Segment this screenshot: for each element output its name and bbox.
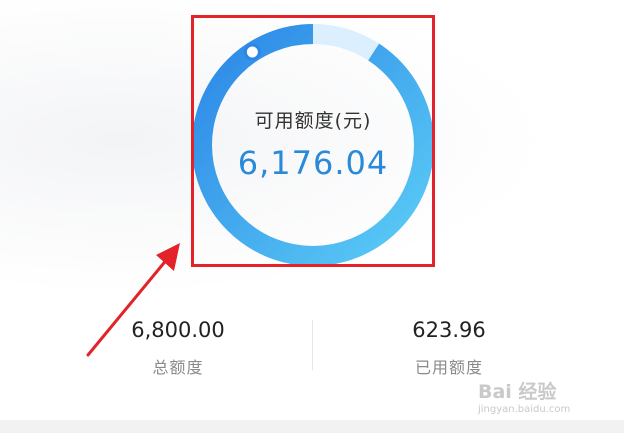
- baidu-watermark: Bai 经验 jingyan.baidu.com: [478, 377, 618, 417]
- total-credit: 6,800.00 总额度: [78, 318, 278, 378]
- used-credit-value: 623.96: [412, 318, 486, 342]
- total-credit-label: 总额度: [152, 358, 204, 377]
- used-credit-label: 已用额度: [414, 358, 483, 377]
- watermark-brand: Bai 经验: [478, 381, 557, 403]
- used-credit: 623.96 已用额度: [349, 318, 549, 378]
- total-credit-value: 6,800.00: [131, 318, 225, 342]
- footer-bar: [0, 420, 624, 433]
- stats-divider: [312, 320, 313, 370]
- watermark-url: jingyan.baidu.com: [478, 404, 571, 415]
